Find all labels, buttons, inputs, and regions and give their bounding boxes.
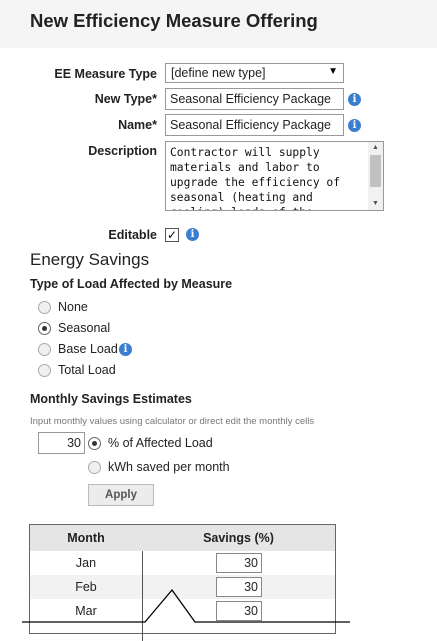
savings-column-header[interactable]: Savings (%): [142, 531, 335, 545]
chevron-down-icon: ▼: [328, 66, 338, 77]
description-text: Contractor will supply materials and lab…: [170, 146, 341, 210]
scroll-down-icon[interactable]: ▼: [368, 198, 383, 210]
radio-button[interactable]: [88, 461, 101, 474]
monthly-savings-title: Monthly Savings Estimates: [30, 392, 192, 406]
radio-button[interactable]: [38, 322, 51, 335]
info-icon[interactable]: i: [119, 343, 132, 356]
name-input[interactable]: Seasonal Efficiency Package: [165, 114, 344, 136]
description-textarea[interactable]: Contractor will supply materials and lab…: [165, 141, 384, 211]
new-type-label: New Type*: [94, 92, 157, 106]
description-label: Description: [88, 144, 157, 158]
table-header: Month Savings (%): [30, 525, 335, 551]
radio-label: None: [58, 300, 88, 314]
apply-button[interactable]: Apply: [88, 484, 154, 506]
help-text: Input monthly values using calculator or…: [30, 416, 315, 427]
radio-label: Seasonal: [58, 321, 111, 335]
name-label: Name*: [118, 118, 157, 132]
editable-checkbox[interactable]: ✓: [165, 228, 179, 242]
info-icon[interactable]: i: [348, 119, 361, 132]
month-cell: Jan: [75, 556, 97, 570]
measure-type-select[interactable]: [define new type] ▼: [165, 63, 344, 83]
scroll-up-icon[interactable]: ▲: [368, 142, 383, 154]
cursor-outline-decoration: [22, 588, 350, 623]
page-title: New Efficiency Measure Offering: [30, 10, 318, 31]
load-type-title: Type of Load Affected by Measure: [30, 277, 233, 291]
energy-savings-title: Energy Savings: [30, 250, 150, 269]
measure-type-label: EE Measure Type: [54, 67, 157, 81]
scroll-thumb[interactable]: [370, 155, 381, 187]
month-column-header[interactable]: Month: [30, 531, 142, 545]
radio-label: % of Affected Load: [108, 436, 213, 450]
radio-label: Total Load: [58, 363, 116, 377]
checkmark-icon: ✓: [166, 228, 178, 242]
radio-button[interactable]: [38, 343, 51, 356]
page-header: New Efficiency Measure Offering: [0, 0, 437, 48]
radio-label: Base Load: [58, 342, 118, 356]
info-icon[interactable]: i: [348, 93, 361, 106]
radio-button[interactable]: [38, 364, 51, 377]
info-icon[interactable]: i: [186, 228, 199, 241]
new-type-input[interactable]: Seasonal Efficiency Package: [165, 88, 344, 110]
measure-type-value: [define new type]: [171, 66, 266, 80]
radio-label: kWh saved per month: [108, 460, 230, 474]
editable-label: Editable: [108, 228, 157, 242]
description-scrollbar[interactable]: ▲ ▼: [368, 142, 383, 210]
radio-button[interactable]: [38, 301, 51, 314]
savings-cell-input[interactable]: 30: [216, 553, 262, 573]
savings-value-input[interactable]: 30: [38, 432, 85, 454]
table-row: Jan 30: [30, 551, 335, 575]
radio-button[interactable]: [88, 437, 101, 450]
